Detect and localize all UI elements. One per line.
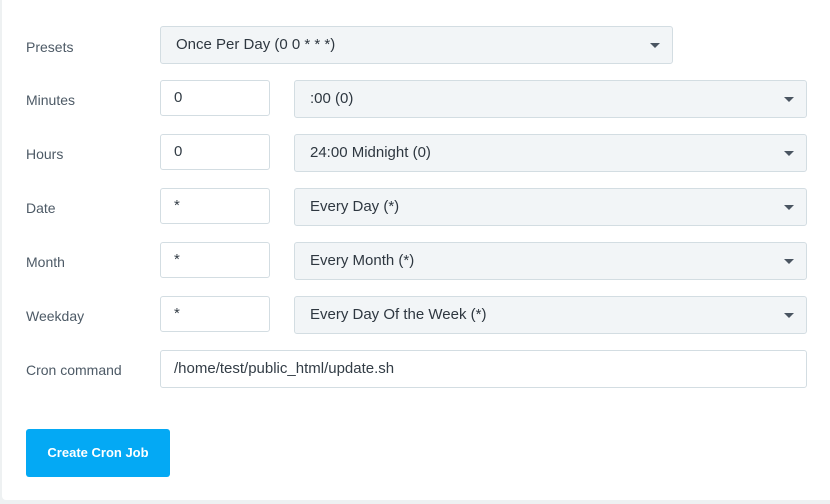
command-row: Cron command /home/test/public_html/upda… <box>2 350 830 388</box>
hours-selected-value: 24:00 Midnight (0) <box>310 144 431 161</box>
date-select[interactable]: Every Day (*) <box>294 188 807 226</box>
minutes-input-value: 0 <box>174 89 183 106</box>
presets-selected-value: Once Per Day (0 0 * * *) <box>176 36 336 53</box>
weekday-selected-value: Every Day Of the Week (*) <box>310 306 487 323</box>
date-selected-value: Every Day (*) <box>310 198 400 215</box>
hours-select[interactable]: 24:00 Midnight (0) <box>294 134 807 172</box>
weekday-input[interactable]: * <box>160 296 270 332</box>
chevron-down-icon <box>784 259 794 264</box>
weekday-label: Weekday <box>26 308 85 324</box>
weekday-input-value: * <box>174 305 180 322</box>
command-label: Cron command <box>26 362 122 378</box>
hours-input[interactable]: 0 <box>160 134 270 170</box>
minutes-select[interactable]: :00 (0) <box>294 80 807 118</box>
presets-select[interactable]: Once Per Day (0 0 * * *) <box>160 26 673 64</box>
hours-label: Hours <box>26 146 64 162</box>
month-row: Month * Every Month (*) <box>2 242 830 280</box>
chevron-down-icon <box>784 151 794 156</box>
month-select[interactable]: Every Month (*) <box>294 242 807 280</box>
month-selected-value: Every Month (*) <box>310 252 415 269</box>
hours-row: Hours 0 24:00 Midnight (0) <box>2 134 830 172</box>
cron-job-form: Presets Once Per Day (0 0 * * *) Minutes… <box>2 0 830 500</box>
command-input[interactable]: /home/test/public_html/update.sh <box>160 350 807 388</box>
hours-input-value: 0 <box>174 143 183 160</box>
month-input-value: * <box>174 251 180 268</box>
create-cron-job-button[interactable]: Create Cron Job <box>26 429 170 477</box>
minutes-input[interactable]: 0 <box>160 80 270 116</box>
chevron-down-icon <box>784 205 794 210</box>
weekday-row: Weekday * Every Day Of the Week (*) <box>2 296 830 334</box>
date-input[interactable]: * <box>160 188 270 224</box>
month-label: Month <box>26 254 65 270</box>
date-row: Date * Every Day (*) <box>2 188 830 226</box>
command-input-value: /home/test/public_html/update.sh <box>174 360 395 377</box>
minutes-selected-value: :00 (0) <box>310 90 354 107</box>
date-label: Date <box>26 200 56 216</box>
chevron-down-icon <box>784 97 794 102</box>
minutes-row: Minutes 0 :00 (0) <box>2 80 830 118</box>
chevron-down-icon <box>650 43 660 48</box>
minutes-label: Minutes <box>26 92 76 108</box>
date-input-value: * <box>174 197 180 214</box>
presets-row: Presets Once Per Day (0 0 * * *) <box>2 26 830 64</box>
weekday-select[interactable]: Every Day Of the Week (*) <box>294 296 807 334</box>
month-input[interactable]: * <box>160 242 270 278</box>
chevron-down-icon <box>784 313 794 318</box>
presets-label: Presets <box>26 39 74 55</box>
